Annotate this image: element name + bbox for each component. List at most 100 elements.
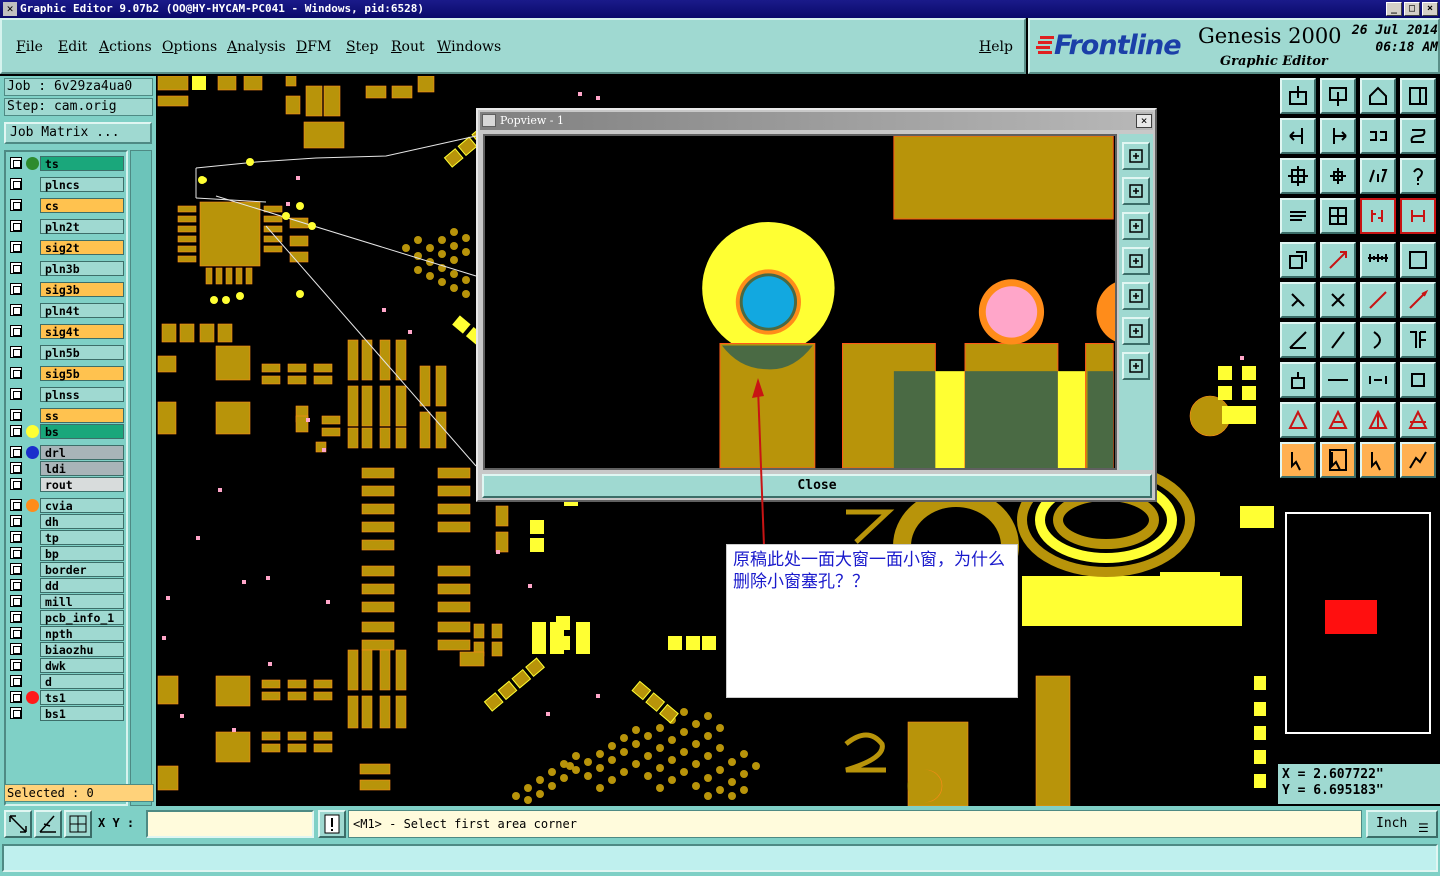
popview-tool-button[interactable] <box>1122 282 1150 310</box>
layer-row[interactable]: tp <box>8 530 126 545</box>
close-window-button[interactable]: × <box>1422 2 1438 16</box>
popview-tool-button[interactable] <box>1122 177 1150 205</box>
layer-name[interactable]: bs <box>40 424 124 439</box>
layer-row[interactable]: pcb_info_1 <box>8 610 126 625</box>
layer-row[interactable]: ts1 <box>8 690 126 705</box>
layer-checkbox[interactable] <box>10 409 22 421</box>
layer-checkbox[interactable] <box>10 611 22 623</box>
layer-name[interactable]: pcb_info_1 <box>40 610 124 625</box>
layer-row[interactable]: cvia <box>8 498 126 513</box>
tool-button[interactable] <box>1400 78 1436 114</box>
menu-dfm[interactable]: DFM <box>296 39 331 55</box>
grid-button[interactable] <box>64 810 92 838</box>
layer-row[interactable]: cs <box>8 198 126 213</box>
layer-row[interactable]: ts <box>8 156 126 171</box>
menu-options[interactable]: Options <box>162 39 217 55</box>
layer-row[interactable]: biaozhu <box>8 642 126 657</box>
tool-button[interactable] <box>1360 282 1396 318</box>
layer-checkbox[interactable] <box>10 563 22 575</box>
layer-checkbox[interactable] <box>10 388 22 400</box>
layer-row[interactable]: bs1 <box>8 706 126 721</box>
layer-checkbox[interactable] <box>10 304 22 316</box>
layer-name[interactable]: ss <box>40 408 124 423</box>
tool-button[interactable] <box>1400 158 1436 194</box>
layer-checkbox[interactable] <box>10 367 22 379</box>
layer-name[interactable]: sig5b <box>40 366 124 381</box>
layer-name[interactable]: sig3b <box>40 282 124 297</box>
layer-row[interactable]: bp <box>8 546 126 561</box>
tool-button[interactable] <box>1320 282 1356 318</box>
alert-button[interactable] <box>318 810 346 838</box>
layer-name[interactable]: plnss <box>40 387 124 402</box>
layer-row[interactable]: dd <box>8 578 126 593</box>
menu-step[interactable]: Step <box>346 39 378 55</box>
layer-row[interactable]: dwk <box>8 658 126 673</box>
layer-row[interactable]: border <box>8 562 126 577</box>
layer-scrollbar[interactable] <box>130 150 152 806</box>
layer-row[interactable]: d <box>8 674 126 689</box>
layer-checkbox[interactable] <box>10 531 22 543</box>
layer-row[interactable]: ldi <box>8 461 126 476</box>
popview-tool-button[interactable] <box>1122 352 1150 380</box>
tool-button[interactable] <box>1320 158 1356 194</box>
tool-button[interactable] <box>1280 362 1316 398</box>
layer-checkbox[interactable] <box>10 675 22 687</box>
layer-name[interactable]: bp <box>40 546 124 561</box>
tool-button[interactable] <box>1400 242 1436 278</box>
popview-tool-button[interactable] <box>1122 212 1150 240</box>
layer-row[interactable]: ss <box>8 408 126 423</box>
layer-checkbox[interactable] <box>10 499 22 511</box>
layer-row[interactable]: sig2t <box>8 240 126 255</box>
layer-name[interactable]: dwk <box>40 658 124 673</box>
layer-name[interactable]: cs <box>40 198 124 213</box>
layer-name[interactable]: plncs <box>40 177 124 192</box>
popview-close-x[interactable]: × <box>1136 114 1152 128</box>
layer-row[interactable]: sig3b <box>8 282 126 297</box>
tool-button[interactable] <box>1400 322 1436 358</box>
popview-tool-button[interactable] <box>1122 317 1150 345</box>
tool-button[interactable] <box>1320 242 1356 278</box>
layer-name[interactable]: sig2t <box>40 240 124 255</box>
tool-button[interactable] <box>1360 362 1396 398</box>
layer-row[interactable]: pln2t <box>8 219 126 234</box>
layer-row[interactable]: sig4t <box>8 324 126 339</box>
layer-name[interactable]: pln5b <box>40 345 124 360</box>
menu-windows[interactable]: Windows <box>437 39 501 55</box>
tool-button[interactable] <box>1280 78 1316 114</box>
menu-rout[interactable]: Rout <box>391 39 425 55</box>
layer-name[interactable]: ts <box>40 156 124 171</box>
minimap[interactable] <box>1285 512 1431 734</box>
tool-button[interactable] <box>1320 78 1356 114</box>
tool-button[interactable] <box>1280 402 1316 438</box>
tool-button[interactable] <box>1280 282 1316 318</box>
xy-input[interactable] <box>146 810 314 838</box>
tool-button[interactable] <box>1360 242 1396 278</box>
popview-tool-button[interactable] <box>1122 247 1150 275</box>
tool-button[interactable] <box>1320 118 1356 154</box>
layer-name[interactable]: mill <box>40 594 124 609</box>
minimap-viewport[interactable] <box>1325 600 1377 634</box>
layer-row[interactable]: bs <box>8 424 126 439</box>
tool-button[interactable] <box>1280 118 1316 154</box>
tool-button[interactable] <box>1320 402 1356 438</box>
tool-button[interactable] <box>1400 402 1436 438</box>
tool-button[interactable] <box>1360 402 1396 438</box>
layer-row[interactable]: npth <box>8 626 126 641</box>
layer-name[interactable]: dd <box>40 578 124 593</box>
popview-tool-button[interactable] <box>1122 142 1150 170</box>
layer-row[interactable]: mill <box>8 594 126 609</box>
tool-button[interactable] <box>1320 442 1356 478</box>
layer-name[interactable]: biaozhu <box>40 642 124 657</box>
layer-row[interactable]: dh <box>8 514 126 529</box>
menu-file[interactable]: File <box>16 39 43 55</box>
layer-name[interactable]: border <box>40 562 124 577</box>
layer-checkbox[interactable] <box>10 157 22 169</box>
tool-button[interactable] <box>1320 322 1356 358</box>
tool-button[interactable] <box>1400 362 1436 398</box>
tool-button[interactable] <box>1280 158 1316 194</box>
menu-analysis[interactable]: Analysis <box>227 39 286 55</box>
layer-name[interactable]: ts1 <box>40 690 124 705</box>
zoom-fit-button[interactable] <box>4 810 32 838</box>
layer-row[interactable]: plncs <box>8 177 126 192</box>
layer-checkbox[interactable] <box>10 346 22 358</box>
